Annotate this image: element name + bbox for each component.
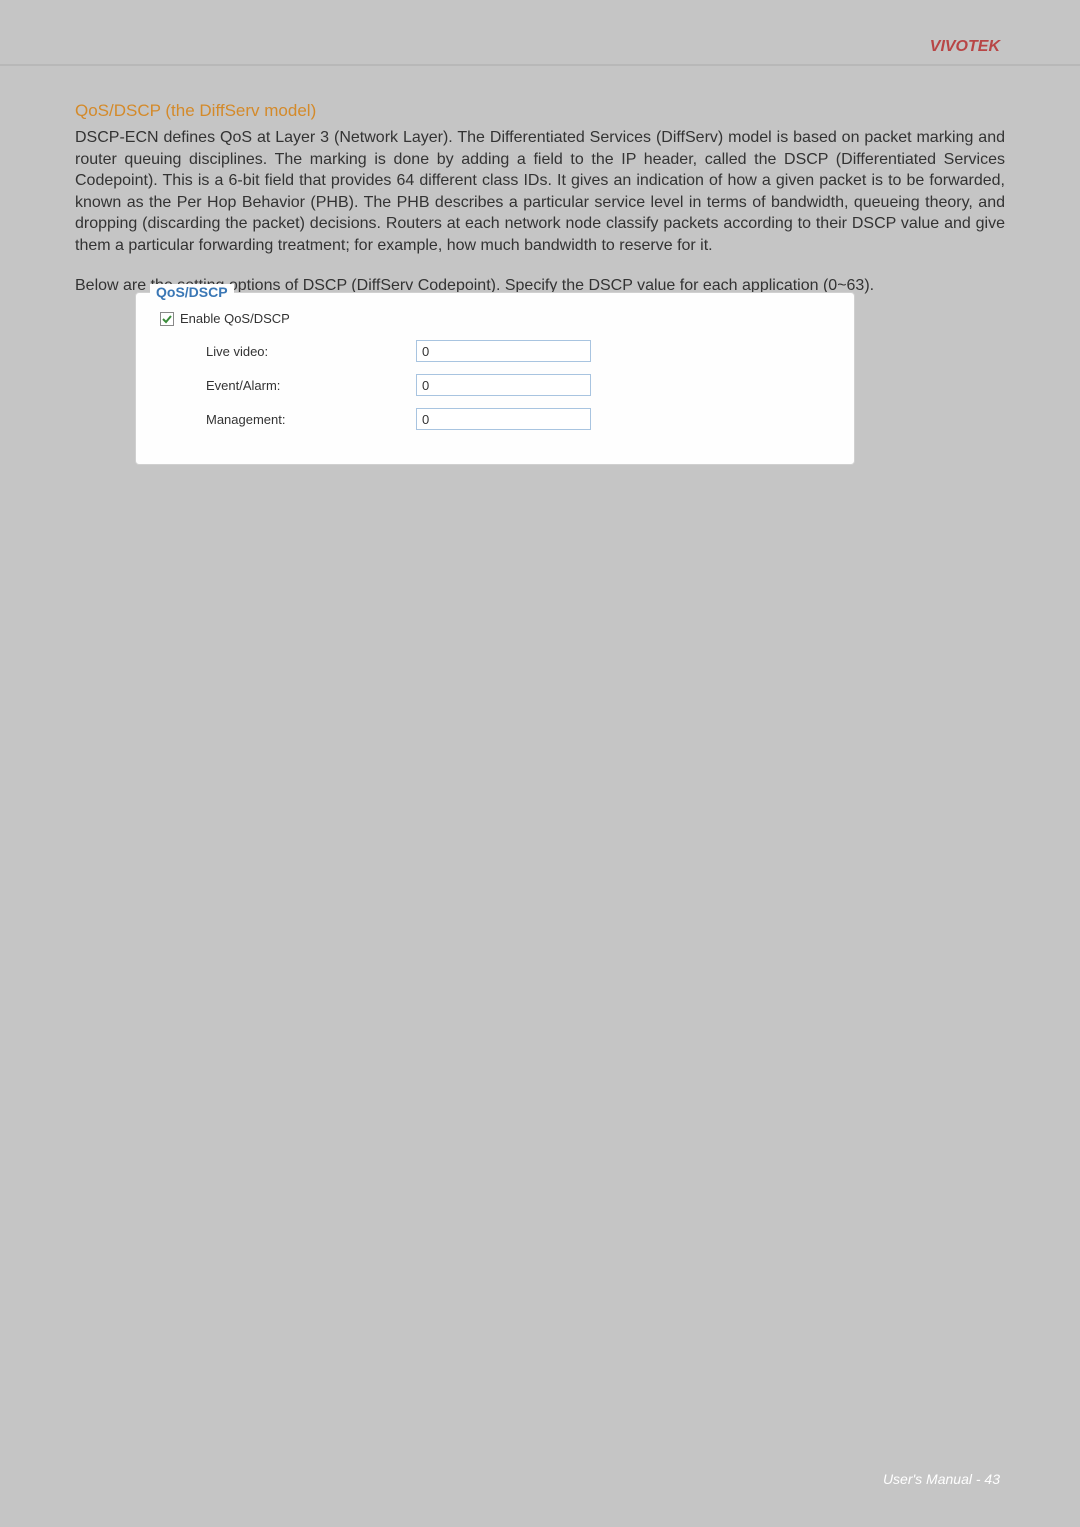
- management-input[interactable]: [416, 408, 591, 430]
- settings-screenshot: QoS/DSCP Enable QoS/DSCP Live video: Eve…: [135, 292, 1005, 465]
- page-footer: User's Manual - 43: [883, 1471, 1000, 1487]
- enable-qos-row: Enable QoS/DSCP: [160, 311, 834, 326]
- event-alarm-row: Event/Alarm:: [156, 374, 834, 396]
- header-bar: VIVOTEK: [0, 30, 1080, 66]
- document-page: VIVOTEK QoS/DSCP (the DiffServ model) DS…: [0, 0, 1080, 1527]
- enable-qos-checkbox[interactable]: [160, 312, 174, 326]
- live-video-label: Live video:: [206, 344, 416, 359]
- live-video-row: Live video:: [156, 340, 834, 362]
- management-row: Management:: [156, 408, 834, 430]
- event-alarm-input[interactable]: [416, 374, 591, 396]
- management-label: Management:: [206, 412, 416, 427]
- fieldset-legend: QoS/DSCP: [150, 284, 234, 300]
- qos-dscp-fieldset: QoS/DSCP Enable QoS/DSCP Live video: Eve…: [135, 292, 855, 465]
- content-area: QoS/DSCP (the DiffServ model) DSCP-ECN d…: [0, 66, 1080, 485]
- live-video-input[interactable]: [416, 340, 591, 362]
- section-paragraph-1: DSCP-ECN defines QoS at Layer 3 (Network…: [75, 127, 1005, 257]
- checkmark-icon: [161, 313, 173, 325]
- section-title: QoS/DSCP (the DiffServ model): [75, 101, 1005, 121]
- event-alarm-label: Event/Alarm:: [206, 378, 416, 393]
- brand-title: VIVOTEK: [930, 38, 1000, 55]
- enable-qos-label: Enable QoS/DSCP: [180, 311, 290, 326]
